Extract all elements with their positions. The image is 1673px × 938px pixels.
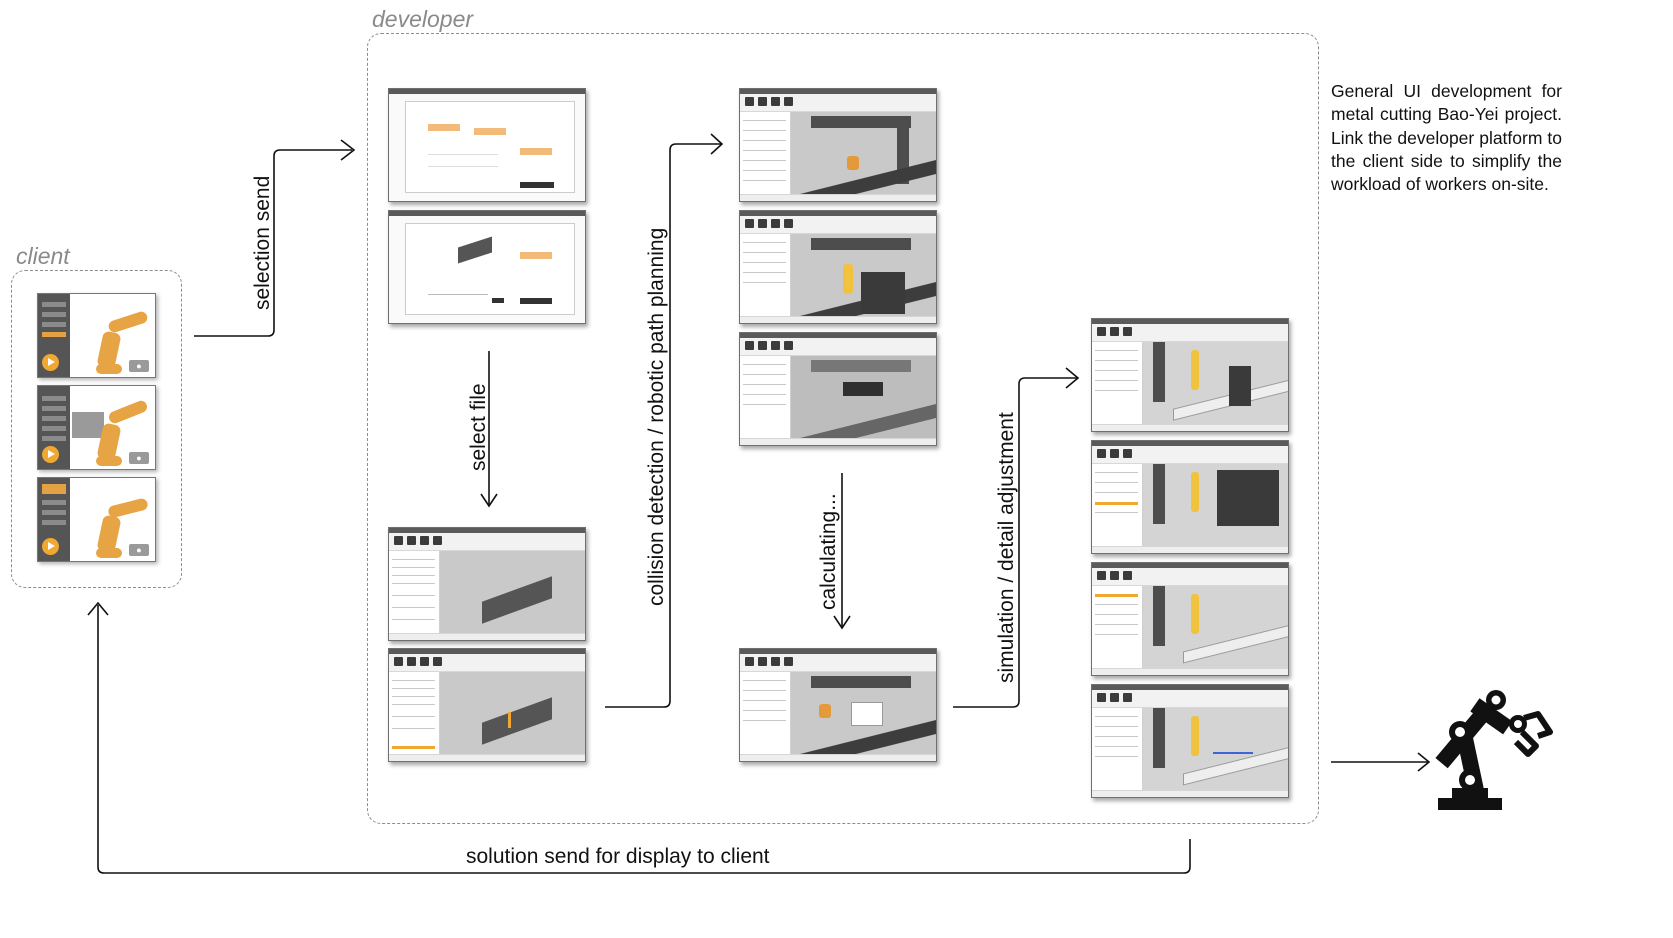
project-description: General UI development for metal cutting…	[1331, 81, 1562, 195]
arrow-solution	[97, 605, 1191, 874]
collision-label: collision detection / robotic path plann…	[645, 227, 668, 606]
calculating-label: calculating...	[817, 493, 840, 610]
simulation-label: simulation / detail adjustment	[995, 412, 1018, 683]
select-file-label: select file	[467, 383, 490, 471]
solution-send-label: solution send for display to client	[466, 845, 770, 868]
selection-send-label: selection send	[251, 175, 274, 310]
robot-arm-icon	[1435, 690, 1553, 810]
